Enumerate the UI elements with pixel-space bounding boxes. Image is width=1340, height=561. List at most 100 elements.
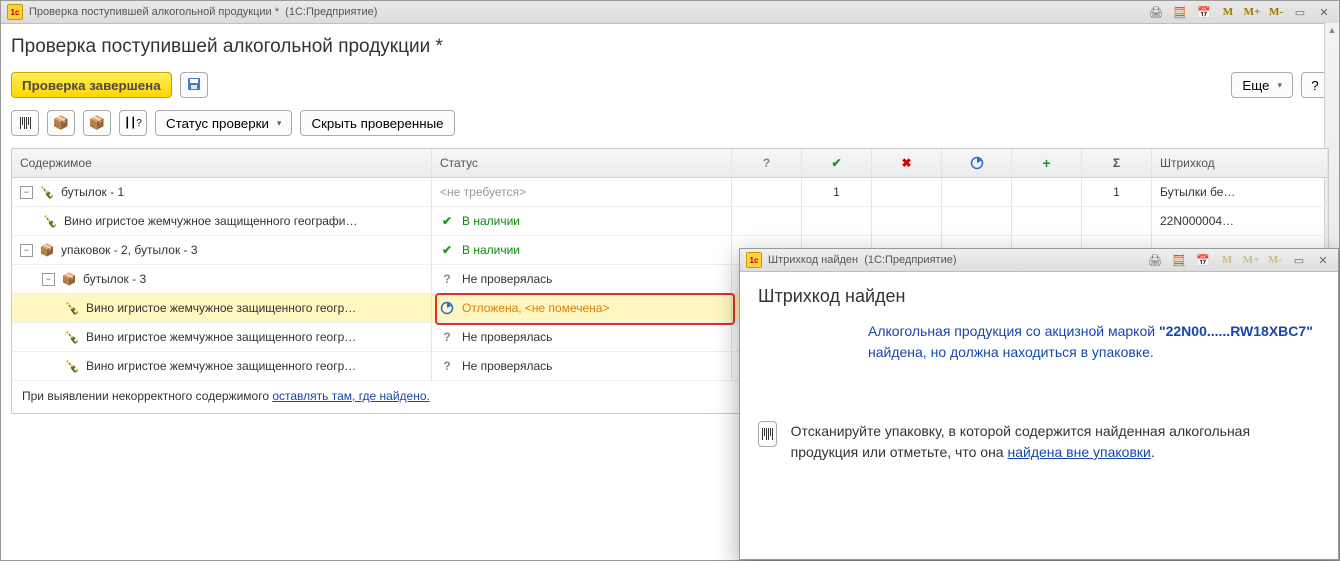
- row-label: упаковок - 2, бутылок - 3: [61, 243, 198, 257]
- more-button[interactable]: Еще: [1231, 72, 1293, 98]
- bottle-icon: 🍾: [64, 329, 80, 345]
- main-window: 1c Проверка поступившей алкогольной прод…: [0, 0, 1340, 561]
- row-label: Вино игристое жемчужное защищенного геог…: [86, 359, 356, 373]
- tree-toggle-icon[interactable]: −: [20, 244, 33, 257]
- memory-m-icon: M: [1218, 252, 1236, 268]
- dialog-message-part2: найдена, но должна находиться в упаковке…: [868, 344, 1154, 360]
- bottle-icon: 🍾: [64, 358, 80, 374]
- dialog-title-app: (1С:Предприятие): [864, 254, 956, 266]
- question-icon: ?: [440, 272, 454, 286]
- tree-toggle-icon[interactable]: −: [42, 273, 55, 286]
- barcode-icon: [20, 117, 31, 129]
- dialog-hint: Отсканируйте упаковку, в которой содержи…: [791, 421, 1320, 463]
- dialog-barcode-value: "22N00......RW18XBC7": [1159, 323, 1313, 339]
- col-x[interactable]: ✖: [872, 149, 942, 177]
- col-clock[interactable]: [942, 149, 1012, 177]
- close-icon[interactable]: ✕: [1314, 252, 1332, 268]
- unknown-barcode-button[interactable]: ┃┃?: [119, 110, 147, 136]
- dialog-heading: Штрихкод найден: [758, 286, 1320, 307]
- memory-mplus-icon: M+: [1242, 252, 1260, 268]
- close-icon[interactable]: ✕: [1315, 4, 1333, 20]
- clock-icon: [970, 156, 984, 170]
- row-label: бутылок - 3: [83, 272, 146, 286]
- col-content[interactable]: Содержимое: [12, 149, 432, 177]
- col-barcode[interactable]: Штрихкод: [1152, 149, 1328, 177]
- hide-checked-button[interactable]: Скрыть проверенные: [300, 110, 454, 136]
- bottle-icon: 🍾: [42, 213, 58, 229]
- row-barcode: Бутылки бе…: [1152, 178, 1328, 206]
- col-plus[interactable]: +: [1012, 149, 1082, 177]
- calc-icon[interactable]: 🧮: [1171, 4, 1189, 20]
- memory-mplus-icon[interactable]: M+: [1243, 4, 1261, 20]
- print-icon[interactable]: 🖨: [1146, 252, 1164, 268]
- memory-m-icon[interactable]: M: [1219, 4, 1237, 20]
- row-check-count: 1: [802, 178, 872, 206]
- question-icon: ?: [440, 359, 454, 373]
- dialog-title-doc: Штрихкод найден: [768, 254, 858, 266]
- page-title: Проверка поступившей алкогольной продукц…: [11, 36, 1329, 58]
- footnote-text: При выявлении некорректного содержимого: [22, 389, 272, 403]
- dialog-hint-dot: .: [1151, 444, 1155, 460]
- save-icon: [187, 77, 201, 94]
- box-open-icon: 📦: [89, 115, 106, 131]
- scan-barcode-button[interactable]: [11, 110, 39, 136]
- dialog-title: Штрихкод найден (1С:Предприятие): [768, 254, 957, 266]
- add-box-button[interactable]: 📦: [47, 110, 75, 136]
- row-status: Не проверялась: [462, 272, 552, 286]
- window-title-doc: Проверка поступившей алкогольной продукц…: [29, 6, 279, 18]
- tree-toggle-icon[interactable]: −: [20, 186, 33, 199]
- calc-icon[interactable]: 🧮: [1170, 252, 1188, 268]
- memory-mminus-icon: M-: [1266, 252, 1284, 268]
- print-icon[interactable]: 🖨: [1147, 4, 1165, 20]
- bottles-icon: 🍾: [39, 184, 55, 200]
- barcode-icon: [762, 428, 773, 440]
- memory-mminus-icon[interactable]: M-: [1267, 4, 1285, 20]
- minimize-icon[interactable]: ▭: [1291, 4, 1309, 20]
- dialog-message: Алкогольная продукция со акцизной маркой…: [868, 321, 1320, 363]
- row-status: Не проверялась: [462, 330, 552, 344]
- row-status: Не проверялась: [462, 359, 552, 373]
- box-plus-icon: 📦: [53, 115, 70, 131]
- found-outside-link[interactable]: найдена вне упаковки: [1007, 444, 1150, 460]
- row-status: <не требуется>: [440, 185, 526, 199]
- dialog-message-part1: Алкогольная продукция со акцизной маркой: [868, 323, 1159, 339]
- box-icon: 📦: [61, 271, 77, 287]
- row-label: Вино игристое жемчужное защищенного геог…: [86, 330, 356, 344]
- table-row[interactable]: − 🍾 бутылок - 1 <не требуется> 1 1 Бутыл…: [12, 178, 1328, 207]
- calendar-icon[interactable]: 📅: [1194, 252, 1212, 268]
- scan-package-button[interactable]: [758, 421, 777, 447]
- pending-icon: [440, 301, 454, 315]
- finish-check-label: Проверка завершена: [22, 78, 161, 93]
- minimize-icon[interactable]: ▭: [1290, 252, 1308, 268]
- check-icon: ✔: [440, 214, 454, 228]
- status-check-label: Статус проверки: [166, 116, 269, 131]
- dialog-titlebar: 1c Штрихкод найден (1С:Предприятие) 🖨 🧮 …: [740, 249, 1338, 272]
- row-status: В наличии: [462, 214, 520, 228]
- help-label: ?: [1311, 78, 1318, 93]
- hide-checked-label: Скрыть проверенные: [311, 116, 443, 131]
- question-icon: ?: [440, 330, 454, 344]
- titlebar: 1c Проверка поступившей алкогольной прод…: [1, 1, 1339, 24]
- save-button[interactable]: [180, 72, 208, 98]
- more-label: Еще: [1242, 78, 1269, 93]
- table-header: Содержимое Статус ? ✔ ✖ + Σ Штрихкод: [12, 149, 1328, 178]
- barcode-found-dialog: 1c Штрихкод найден (1С:Предприятие) 🖨 🧮 …: [739, 248, 1339, 560]
- app-logo-icon: 1c: [7, 4, 23, 20]
- row-label: Вино игристое жемчужное защищенного геог…: [86, 301, 356, 315]
- col-sum[interactable]: Σ: [1082, 149, 1152, 177]
- row-label: бутылок - 1: [61, 185, 124, 199]
- col-check[interactable]: ✔: [802, 149, 872, 177]
- window-title: Проверка поступившей алкогольной продукц…: [29, 6, 377, 18]
- status-check-button[interactable]: Статус проверки: [155, 110, 292, 136]
- col-question[interactable]: ?: [732, 149, 802, 177]
- finish-check-button[interactable]: Проверка завершена: [11, 72, 172, 98]
- window-title-app: (1С:Предприятие): [285, 6, 377, 18]
- open-box-button[interactable]: 📦: [83, 110, 111, 136]
- col-status[interactable]: Статус: [432, 149, 732, 177]
- footnote-link[interactable]: оставлять там, где найдено.: [272, 389, 430, 403]
- row-sum: 1: [1082, 178, 1152, 206]
- table-row[interactable]: 🍾 Вино игристое жемчужное защищенного ге…: [12, 207, 1328, 236]
- box-icon: 📦: [39, 242, 55, 258]
- row-label: Вино игристое жемчужное защищенного геог…: [64, 214, 358, 228]
- calendar-icon[interactable]: 📅: [1195, 4, 1213, 20]
